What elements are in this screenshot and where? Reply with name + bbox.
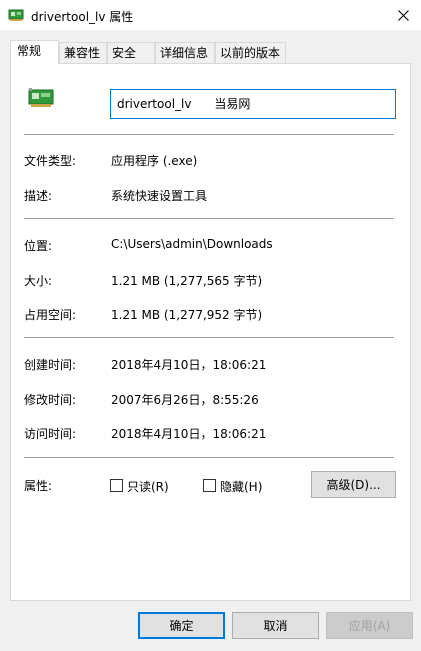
cancel-button-label: 取消	[263, 619, 288, 633]
tab-details[interactable]: 详细信息	[155, 42, 215, 63]
size-on-disk-value: 1.21 MB (1,277,952 字节)	[111, 308, 263, 322]
size-on-disk-label: 占用空间:	[24, 308, 77, 322]
tab-general[interactable]: 常规	[10, 40, 59, 64]
separator	[24, 218, 394, 219]
location-value: C:\Users\admin\Downloads	[111, 237, 273, 251]
advanced-button-label: 高级(D)...	[326, 478, 381, 492]
network-card-icon	[8, 8, 24, 22]
created-label: 创建时间:	[24, 358, 77, 372]
close-button[interactable]	[385, 0, 421, 30]
modified-value: 2007年6月26日，8:55:26	[111, 393, 259, 407]
tab-previous-versions[interactable]: 以前的版本	[215, 42, 286, 63]
created-value: 2018年4月10日，18:06:21	[111, 358, 267, 372]
window-title: drivertool_lv 属性	[31, 10, 134, 24]
separator	[24, 337, 394, 338]
tab-security[interactable]: 安全	[107, 42, 155, 63]
location-label: 位置:	[24, 239, 53, 253]
separator	[24, 457, 394, 458]
ok-button[interactable]: 确定	[138, 612, 225, 639]
tab-compatibility[interactable]: 兼容性	[59, 42, 107, 63]
modified-label: 修改时间:	[24, 393, 77, 407]
hidden-label[interactable]: 隐藏(H)	[220, 478, 262, 495]
readonly-label[interactable]: 只读(R)	[127, 478, 169, 495]
advanced-button[interactable]: 高级(D)...	[311, 471, 396, 498]
file-type-label: 文件类型:	[24, 154, 77, 168]
accessed-value: 2018年4月10日，18:06:21	[111, 427, 267, 441]
accessed-label: 访问时间:	[24, 427, 77, 441]
size-label: 大小:	[24, 274, 53, 288]
description-label: 描述:	[24, 189, 53, 203]
ok-button-label: 确定	[169, 619, 194, 633]
general-panel	[10, 63, 411, 601]
file-name-text: drivertool_lv 当易网	[117, 97, 251, 111]
network-card-icon	[27, 87, 55, 109]
size-value: 1.21 MB (1,277,565 字节)	[111, 274, 263, 288]
close-icon	[397, 9, 409, 21]
description-value: 系统快速设置工具	[111, 189, 208, 203]
hidden-checkbox[interactable]	[203, 479, 216, 492]
attributes-label: 属性:	[24, 479, 53, 493]
file-type-value: 应用程序 (.exe)	[111, 154, 198, 168]
title-bar: drivertool_lv 属性	[0, 0, 421, 30]
file-name-input[interactable]: drivertool_lv 当易网	[110, 89, 396, 119]
cancel-button[interactable]: 取消	[232, 612, 319, 639]
apply-button-label: 应用(A)	[348, 619, 391, 633]
apply-button[interactable]: 应用(A)	[326, 612, 413, 639]
readonly-checkbox[interactable]	[110, 479, 123, 492]
separator	[24, 134, 394, 135]
